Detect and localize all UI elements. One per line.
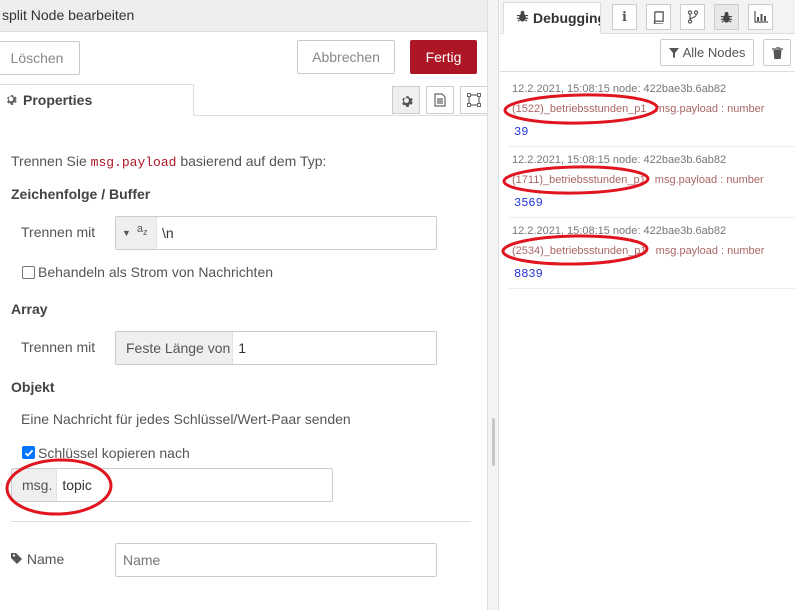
message-meta: 12.2.2021, 15:08:15 node: 422bae3b.6ab82 (512, 83, 727, 95)
debug-message[interactable]: 12.2.2021, 15:08:15 node: 422bae3b.6ab82… (508, 77, 795, 147)
book-icon[interactable] (646, 4, 671, 30)
message-topic-row: (2534)_betriebsstunden_p1 msg.payload : … (512, 245, 764, 257)
debug-bug-icon[interactable] (714, 4, 739, 30)
tab-description-icon[interactable] (426, 86, 454, 114)
sidebar-tabbar: Debugging i (500, 0, 795, 34)
panel-splitter[interactable] (487, 0, 499, 610)
type-selector[interactable]: ▼ az (116, 217, 157, 249)
msg-prefix: msg. (12, 469, 58, 501)
node-editor-panel: split Node bearbeiten Löschen Abbrechen … (0, 0, 488, 610)
tab-debug-label: Debugging (533, 10, 601, 26)
intro-suffix: basierend auf dem Typ: (180, 153, 327, 169)
tab-properties-label: Properties (23, 92, 93, 108)
copy-key-target-field[interactable]: msg. topic (11, 468, 333, 502)
array-section-heading: Array (11, 301, 48, 317)
copy-key-checkbox[interactable] (22, 446, 35, 459)
tab-debug[interactable]: Debugging (503, 2, 601, 34)
clear-messages-button[interactable] (763, 39, 791, 66)
name-label-row: Name (11, 551, 64, 567)
bug-icon (516, 10, 529, 26)
string-section-heading: Zeichenfolge / Buffer (11, 186, 151, 202)
editor-header: split Node bearbeiten (0, 0, 487, 32)
intro-text: Trennen Sie msg.payload basierend auf de… (11, 153, 326, 170)
message-meta: 12.2.2021, 15:08:15 node: 422bae3b.6ab82 (512, 154, 727, 166)
message-type: msg.payload : number (655, 103, 765, 115)
message-topic-row: (1711)_betriebsstunden_p1 msg.payload : … (512, 174, 764, 186)
checkmark-icon (24, 449, 33, 457)
message-type: msg.payload : number (655, 245, 765, 257)
string-split-value: \n (162, 225, 174, 241)
object-description: Eine Nachricht für jedes Schlüssel/Wert-… (21, 411, 351, 427)
object-section-heading: Objekt (11, 379, 55, 395)
tag-icon (11, 551, 27, 567)
array-split-value: 1 (238, 340, 247, 356)
message-type: msg.payload : number (654, 174, 764, 186)
delete-button[interactable]: Löschen (0, 41, 80, 75)
copy-key-target-value: topic (62, 477, 92, 493)
array-split-field[interactable]: Feste Länge von 1 (115, 331, 437, 365)
string-split-field[interactable]: ▼ az \n (115, 216, 437, 250)
editor-tabbar: Properties (0, 84, 488, 116)
fork-icon[interactable] (680, 4, 705, 30)
filter-icon (668, 47, 679, 58)
bar-chart-icon[interactable] (748, 4, 773, 30)
editor-title: split Node bearbeiten (2, 7, 135, 23)
stream-checkbox[interactable] (22, 266, 35, 279)
array-prefix: Feste Länge von (116, 332, 234, 364)
trash-icon (771, 46, 783, 59)
caret-down-icon: ▼ (122, 228, 131, 238)
debug-toolbar: Alle Nodes (500, 34, 795, 72)
filter-nodes-button[interactable]: Alle Nodes (660, 39, 754, 66)
tab-settings-icon[interactable] (392, 86, 420, 114)
debug-message[interactable]: 12.2.2021, 15:08:15 node: 422bae3b.6ab82… (508, 219, 795, 289)
debug-sidebar: Debugging i Alle Nodes 12.2.2021, 15:08:… (500, 0, 795, 610)
copy-key-label: Schlüssel kopieren nach (38, 445, 190, 461)
message-topic: (2534)_betriebsstunden_p1 (512, 245, 647, 257)
divider (11, 521, 471, 522)
string-type-icon: az (136, 222, 148, 238)
info-icon[interactable]: i (612, 4, 637, 30)
message-topic-row: (1522)_betriebsstunden_p1 msg.payload : … (512, 103, 764, 115)
name-input[interactable] (115, 543, 437, 577)
cancel-button[interactable]: Abbrechen (297, 40, 395, 74)
name-label: Name (26, 551, 65, 567)
message-topic: (1711)_betriebsstunden_p1 (512, 174, 646, 186)
intro-code: msg.payload (90, 155, 177, 170)
split-with-label: Trennen mit (21, 224, 96, 240)
splitter-grip[interactable] (492, 418, 495, 466)
message-value[interactable]: 39 (514, 125, 528, 139)
message-meta: 12.2.2021, 15:08:15 node: 422bae3b.6ab82 (512, 225, 727, 237)
tab-appearance-icon[interactable] (460, 86, 488, 114)
array-split-label: Trennen mit (21, 339, 96, 355)
stream-label: Behandeln als Strom von Nachrichten (38, 264, 274, 280)
message-value[interactable]: 3569 (514, 196, 543, 210)
gear-icon (5, 93, 21, 108)
tab-properties[interactable]: Properties (0, 84, 194, 116)
done-button[interactable]: Fertig (410, 40, 477, 74)
debug-message[interactable]: 12.2.2021, 15:08:15 node: 422bae3b.6ab82… (508, 148, 795, 218)
message-value[interactable]: 8839 (514, 267, 543, 281)
filter-nodes-label: Alle Nodes (682, 45, 746, 60)
intro-prefix: Trennen Sie (11, 153, 87, 169)
message-topic: (1522)_betriebsstunden_p1 (512, 103, 647, 115)
